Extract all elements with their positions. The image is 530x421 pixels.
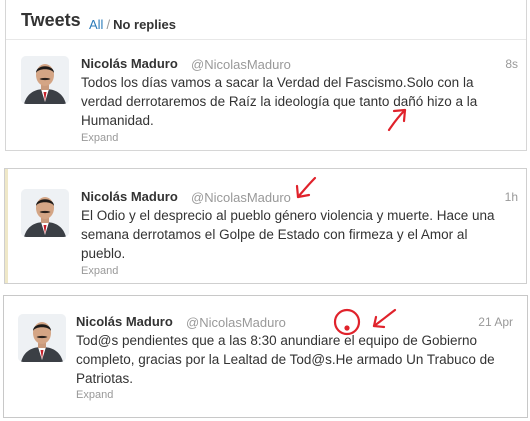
tweet-author-name[interactable]: Nicolás Maduro (76, 314, 173, 329)
tweet-highlight-stripe (5, 169, 8, 283)
tweet-timestamp[interactable]: 8s (505, 57, 518, 71)
tweet-item[interactable]: Nicolás Maduro @NicolasMaduro 1h El Odio… (5, 169, 526, 283)
tweet-author-handle[interactable]: @NicolasMaduro (191, 57, 291, 72)
filter-separator: / (106, 17, 111, 32)
expand-link[interactable]: Expand (81, 265, 118, 277)
tweet-text: Tod@s pendientes que a las 8:30 anundiar… (76, 333, 495, 386)
expand-link[interactable]: Expand (76, 389, 113, 401)
tweet-timestamp[interactable]: 21 Apr (478, 315, 513, 329)
tweet-author-name[interactable]: Nicolás Maduro (81, 189, 178, 204)
expand-link[interactable]: Expand (81, 132, 118, 144)
tweet-timestamp[interactable]: 1h (505, 190, 518, 204)
filter-all-link[interactable]: All (89, 17, 103, 32)
tweet-author-handle[interactable]: @NicolasMaduro (186, 315, 286, 330)
filter-no-replies-link[interactable]: No replies (113, 17, 176, 32)
stream-header: Tweets All / No replies (6, 0, 526, 40)
stream-title: Tweets (21, 10, 81, 30)
avatar[interactable] (18, 314, 66, 362)
tweet-item[interactable]: Nicolás Maduro @NicolasMaduro 21 Apr Tod… (4, 296, 527, 417)
tweet-author-handle[interactable]: @NicolasMaduro (191, 190, 291, 205)
avatar[interactable] (21, 56, 69, 104)
tweet-text: Todos los días vamos a sacar la Verdad d… (81, 75, 478, 128)
tweet-text: El Odio y el desprecio al pueblo género … (81, 208, 495, 261)
tweet-item[interactable]: Nicolás Maduro @NicolasMaduro 8s Todos l… (6, 42, 526, 150)
stream-filter: All / No replies (89, 17, 176, 32)
tweet-author-name[interactable]: Nicolás Maduro (81, 56, 178, 71)
tweet-panel: Nicolás Maduro @NicolasMaduro 1h El Odio… (4, 168, 527, 284)
tweet-stream-panel: Tweets All / No replies Nicolás Maduro @Ni… (5, 0, 527, 151)
tweet-panel: Nicolás Maduro @NicolasMaduro 21 Apr Tod… (3, 295, 528, 418)
avatar[interactable] (21, 189, 69, 237)
